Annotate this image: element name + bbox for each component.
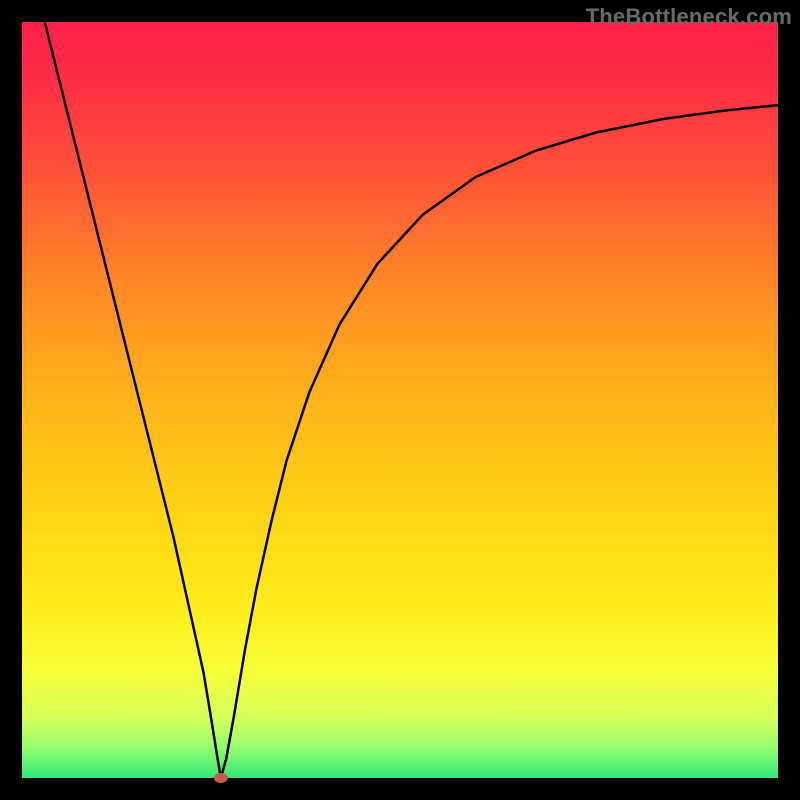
optimum-point-marker [214,773,228,783]
chart-background-gradient [22,22,778,778]
bottleneck-chart [0,0,800,800]
watermark-text: TheBottleneck.com [586,4,792,30]
chart-container: TheBottleneck.com [0,0,800,800]
